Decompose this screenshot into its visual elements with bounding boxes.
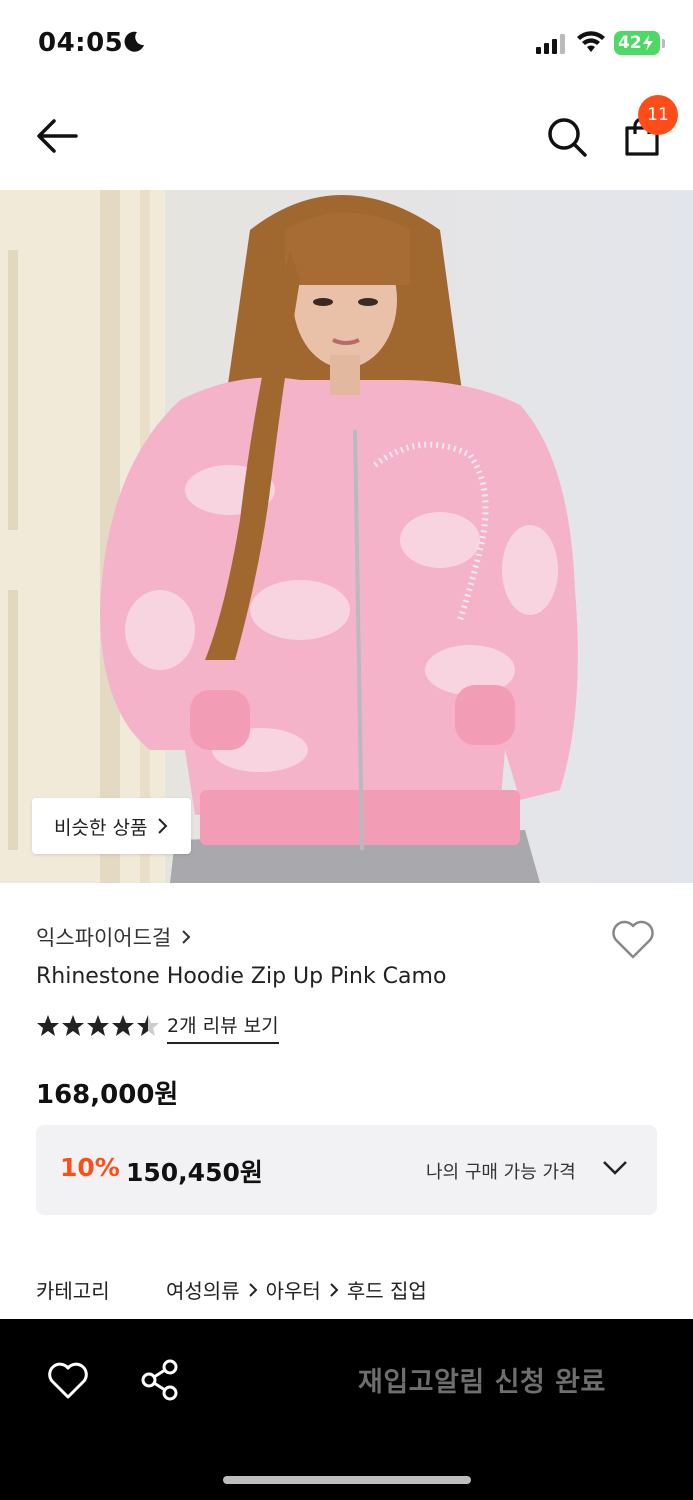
cart-count-badge: 11 (638, 95, 678, 135)
status-time: 04:05 (38, 28, 124, 58)
chevron-right-icon (330, 1282, 339, 1297)
search-icon[interactable] (545, 115, 589, 159)
chevron-right-icon (182, 930, 191, 944)
similar-products-label: 비슷한 상품 (54, 816, 148, 839)
similar-products-button[interactable]: 비슷한 상품 (32, 798, 192, 854)
back-arrow-icon[interactable] (34, 116, 80, 156)
bottom-action-bar (0, 1319, 693, 1500)
heart-icon[interactable] (46, 1360, 90, 1400)
star-filled-icon (87, 1015, 109, 1036)
wifi-icon (577, 31, 605, 52)
battery-tip (662, 39, 665, 48)
brand-name: 익스파이어드걸 (36, 926, 172, 950)
restock-alert-button[interactable]: 재입고알림 신청 완료 (358, 1360, 606, 1399)
home-indicator (223, 1476, 471, 1484)
review-link[interactable]: 2개 리뷰 보기 (167, 1011, 279, 1044)
breadcrumb-item[interactable]: 후드 집업 (347, 1275, 427, 1304)
star-filled-icon (37, 1015, 59, 1036)
original-price: 168,000원 (36, 1080, 179, 1110)
product-image[interactable] (0, 190, 693, 883)
product-photo (0, 190, 693, 883)
charging-bolt-icon (642, 35, 653, 51)
discount-rate: 10% (60, 1153, 120, 1182)
cellular-signal-icon (536, 34, 565, 54)
star-half-icon (137, 1015, 159, 1036)
star-filled-icon (62, 1015, 84, 1036)
status-bar: 04:05 42 (0, 0, 693, 88)
sale-price: 150,450원 (126, 1158, 263, 1187)
chevron-right-icon (158, 818, 168, 834)
my-price-box[interactable]: 10% 150,450원 나의 구매 가능 가격 (36, 1125, 657, 1215)
battery-level: 42 (618, 33, 642, 53)
product-name: Rhinestone Hoodie Zip Up Pink Camo (36, 964, 447, 989)
star-filled-icon (112, 1015, 134, 1036)
rating-stars (36, 1014, 160, 1038)
share-icon[interactable] (140, 1358, 180, 1402)
my-price-label: 나의 구매 가능 가격 (426, 1162, 576, 1183)
chevron-down-icon (603, 1161, 627, 1175)
breadcrumb-item[interactable]: 여성의류 (166, 1275, 240, 1304)
heart-icon[interactable] (610, 918, 656, 960)
brand-link[interactable]: 익스파이어드걸 (36, 922, 191, 952)
category-label: 카테고리 (36, 1279, 110, 1303)
breadcrumb: 여성의류 아우터 후드 집업 (166, 1275, 427, 1304)
chevron-right-icon (248, 1282, 258, 1297)
battery-icon: 42 (614, 31, 660, 55)
breadcrumb-item[interactable]: 아우터 (266, 1275, 321, 1304)
moon-icon (124, 31, 144, 52)
